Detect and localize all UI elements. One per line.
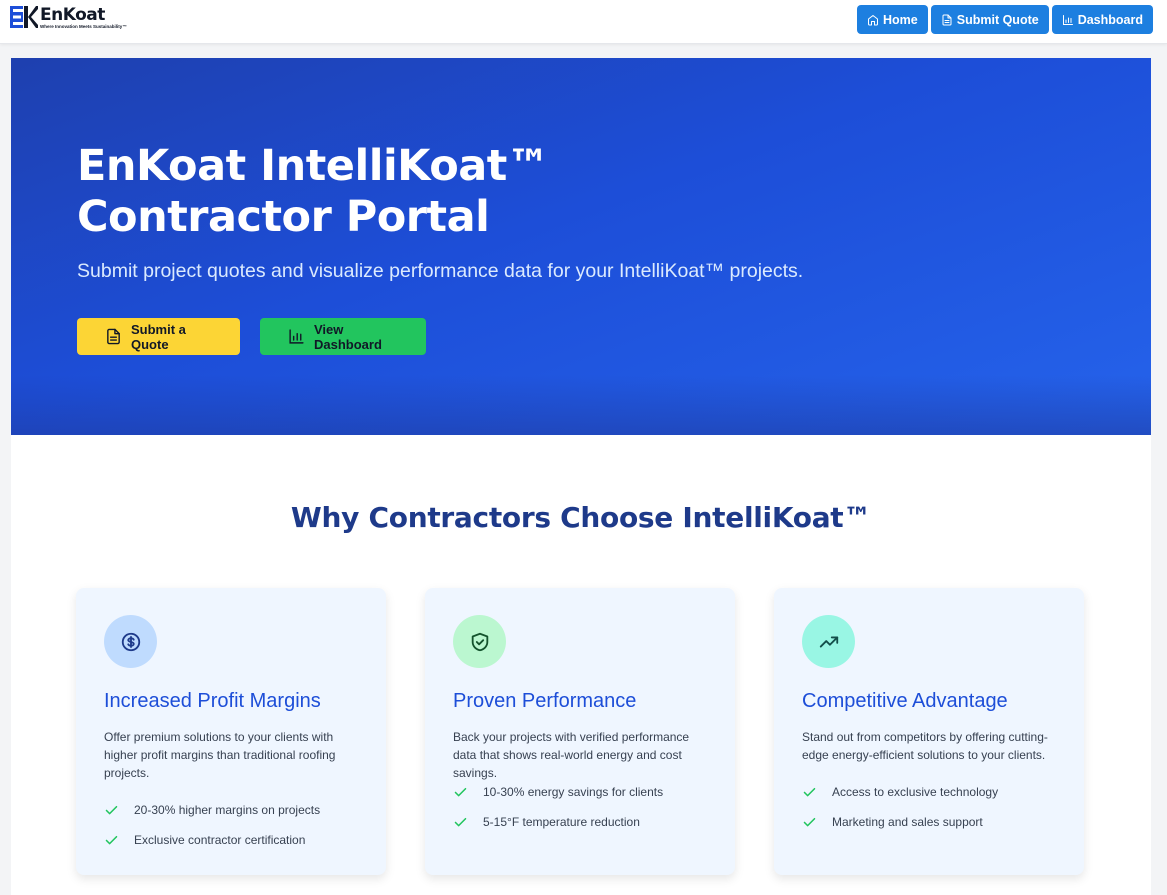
bullet-text: Access to exclusive technology (832, 785, 999, 799)
hero-banner: EnKoat IntelliKoat™ Contractor Portal Su… (11, 58, 1151, 435)
enkoat-logo-mark-icon (10, 6, 38, 28)
card-icon-circle (104, 615, 157, 668)
nav-home-label: Home (883, 12, 918, 27)
feature-card-profit: Increased Profit Margins Offer premium s… (76, 588, 386, 875)
top-nav: Home Submit Quote Dashboard (857, 5, 1153, 34)
hero-title-line-2: Contractor Portal (77, 192, 490, 242)
nav-dashboard-button[interactable]: Dashboard (1051, 5, 1153, 34)
logo-tagline: Where Innovation Meets Sustainability™ (40, 24, 127, 29)
card-bullet-list: 10-30% energy savings for clients 5-15°F… (453, 777, 723, 837)
bullet-text: 20-30% higher margins on projects (134, 803, 321, 817)
check-icon (454, 787, 467, 796)
card-icon-circle (802, 615, 855, 668)
card-description: Offer premium solutions to your clients … (104, 730, 336, 780)
list-item: Exclusive contractor certification (104, 825, 374, 855)
list-item: Access to exclusive technology (802, 777, 1072, 807)
hero-title: EnKoat IntelliKoat™ Contractor Portal (77, 141, 777, 243)
nav-submit-quote-label: Submit Quote (956, 12, 1039, 27)
view-dashboard-label: View Dashboard (314, 321, 382, 352)
check-icon (105, 835, 118, 844)
feature-card-performance: Proven Performance Back your projects wi… (425, 588, 735, 875)
submit-quote-button[interactable]: Submit a Quote (77, 318, 240, 355)
submit-quote-label: Submit a Quote (131, 321, 186, 352)
card-title: Proven Performance (453, 690, 637, 712)
list-item: Marketing and sales support (802, 807, 1072, 837)
hero-title-line-1: EnKoat IntelliKoat™ (77, 141, 550, 191)
card-description: Stand out from competitors by offering c… (802, 730, 1048, 762)
check-icon (105, 805, 118, 814)
bar-chart-icon (289, 329, 304, 344)
bullet-text: Exclusive contractor certification (134, 833, 306, 847)
logo-name: EnKoat (40, 5, 105, 25)
card-bullet-list: 20-30% higher margins on projects Exclus… (104, 795, 374, 855)
card-icon-circle (453, 615, 506, 668)
document-icon (942, 14, 952, 25)
check-icon (803, 787, 816, 796)
list-item: 5-15°F temperature reduction (453, 807, 723, 837)
list-item: 10-30% energy savings for clients (453, 777, 723, 807)
shield-check-icon (471, 632, 488, 651)
hero-subtitle: Submit project quotes and visualize perf… (77, 260, 804, 282)
nav-submit-quote-button[interactable]: Submit Quote (930, 5, 1049, 34)
document-icon (107, 328, 120, 345)
nav-dashboard-label: Dashboard (1077, 12, 1143, 27)
card-bullet-list: Access to exclusive technology Marketing… (802, 777, 1072, 837)
check-icon (454, 817, 467, 826)
why-section: Why Contractors Choose IntelliKoat™ Incr… (11, 435, 1151, 895)
card-description: Back your projects with verified perform… (453, 730, 690, 780)
check-icon (803, 817, 816, 826)
list-item: 20-30% higher margins on projects (104, 795, 374, 825)
top-nav-bar: EnKoat Where Innovation Meets Sustainabi… (0, 0, 1167, 44)
bullet-text: 5-15°F temperature reduction (483, 815, 640, 829)
enkoat-logo[interactable]: EnKoat Where Innovation Meets Sustainabi… (10, 6, 127, 30)
why-section-title: Why Contractors Choose IntelliKoat™ (290, 501, 872, 534)
bullet-text: Marketing and sales support (832, 815, 983, 829)
bullet-text: 10-30% energy savings for clients (483, 785, 664, 799)
view-dashboard-button[interactable]: View Dashboard (260, 318, 426, 355)
bar-chart-icon (1062, 14, 1073, 25)
card-title: Competitive Advantage (802, 690, 1008, 712)
feature-card-advantage: Competitive Advantage Stand out from com… (774, 588, 1084, 875)
trending-up-icon (819, 636, 838, 647)
nav-home-button[interactable]: Home (857, 5, 928, 34)
home-icon (868, 14, 879, 25)
card-title: Increased Profit Margins (104, 690, 321, 712)
dollar-icon (121, 632, 140, 651)
